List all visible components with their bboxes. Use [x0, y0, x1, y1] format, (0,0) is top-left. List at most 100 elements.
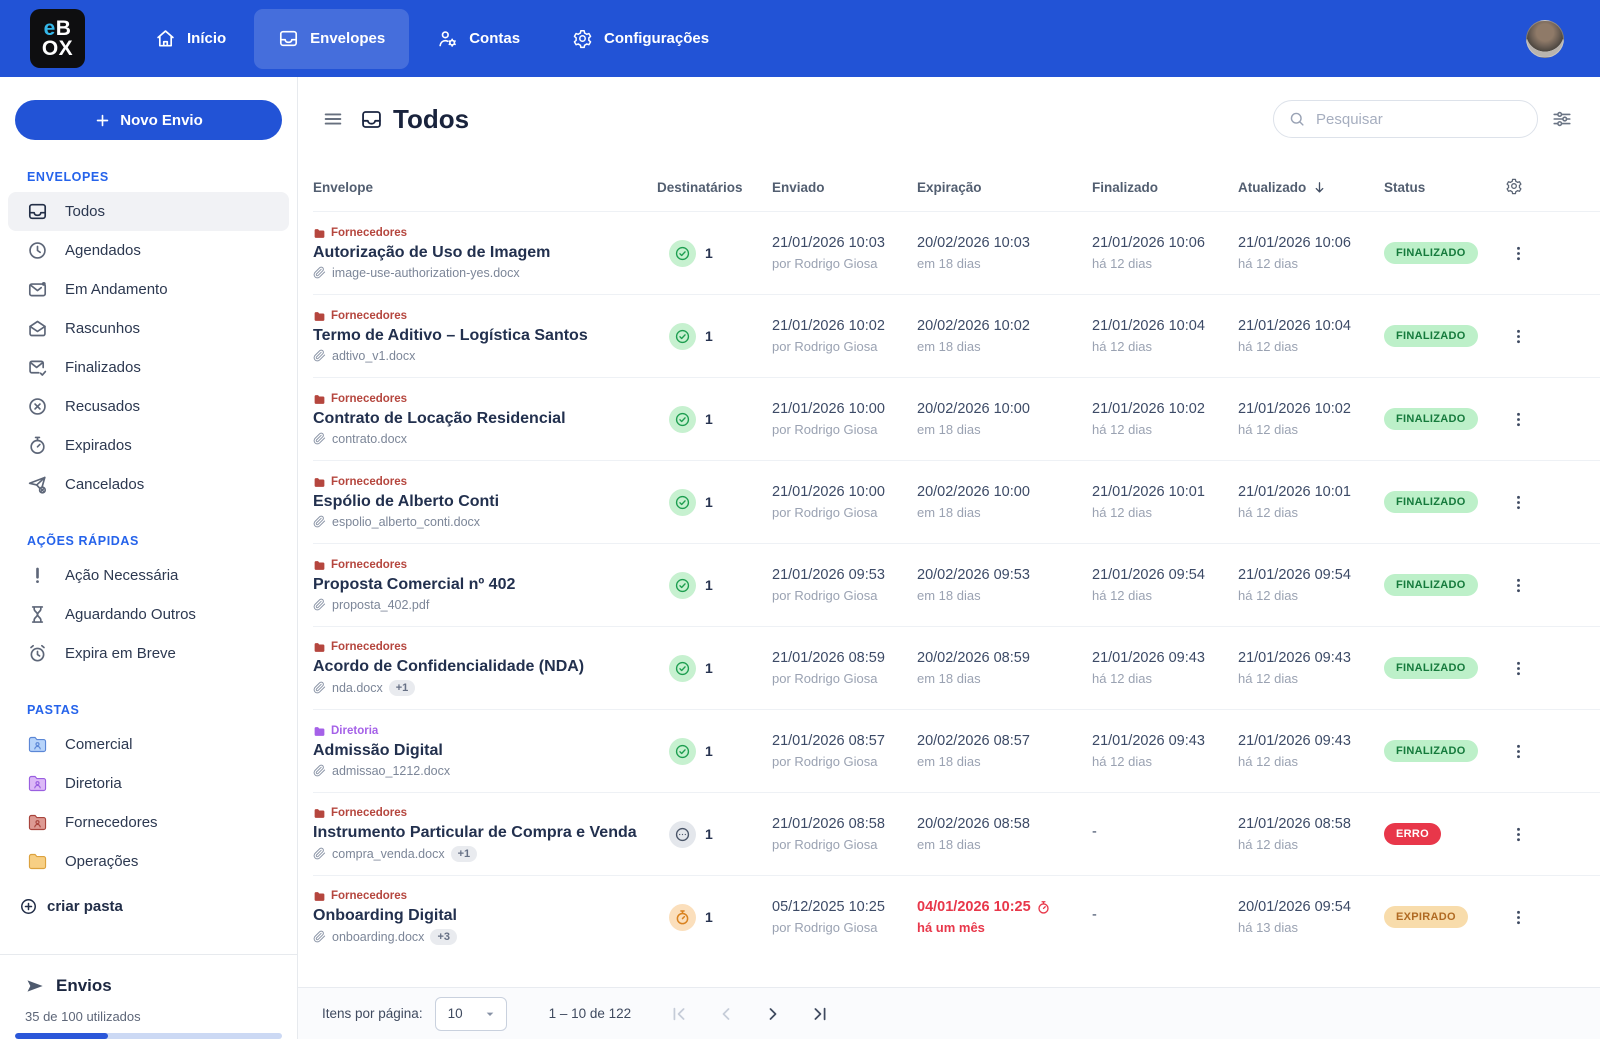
nav-item-envelopes[interactable]: Envelopes — [254, 9, 409, 69]
search-input[interactable] — [1316, 111, 1523, 128]
first-page-button[interactable] — [669, 1004, 689, 1024]
column-header-label: Expiração — [917, 180, 982, 195]
sidebar-item-cancelados[interactable]: Cancelados — [8, 465, 289, 504]
sidebar-item-label: Em Andamento — [65, 281, 168, 298]
expiration-cell-date: 04/01/2026 10:25 — [917, 899, 1092, 915]
sidebar-item-fornecedores[interactable]: Fornecedores — [8, 803, 289, 842]
folder-tag: Fornecedores — [313, 641, 641, 654]
recipient-status-check-icon — [669, 738, 696, 765]
section-title: PASTAS — [27, 703, 270, 717]
row-menu-button[interactable] — [1505, 904, 1531, 930]
table-row[interactable]: FornecedoresAutorização de Uso de Imagem… — [313, 211, 1600, 294]
sidebar-item-em-andamento[interactable]: Em Andamento — [8, 270, 289, 309]
updated-cell-relative: há 12 dias — [1238, 505, 1384, 520]
status-badge: ERRO — [1384, 823, 1441, 845]
table-row[interactable]: DiretoriaAdmissão Digitaladmissao_1212.d… — [313, 709, 1600, 792]
nav-item-contas[interactable]: Contas — [413, 9, 544, 69]
column-header-expiracao[interactable]: Expiração — [917, 180, 1092, 195]
folder-icon — [313, 725, 326, 738]
ellipsis-circle-icon — [674, 826, 691, 843]
row-menu-button[interactable] — [1505, 406, 1531, 432]
table-row[interactable]: FornecedoresAcordo de Confidencialidade … — [313, 626, 1600, 709]
sidebar-item-rascunhos[interactable]: Rascunhos — [8, 309, 289, 348]
status-badge: FINALIZADO — [1384, 740, 1478, 762]
filter-sliders-icon[interactable] — [1551, 108, 1573, 130]
column-header-atualizado[interactable]: Atualizado — [1238, 180, 1384, 195]
envelope-cell: DiretoriaAdmissão Digitaladmissao_1212.d… — [313, 725, 657, 778]
sidebar-item-comercial[interactable]: Comercial — [8, 725, 289, 764]
create-folder-button[interactable]: criar pasta — [19, 897, 270, 916]
row-menu-button[interactable] — [1505, 323, 1531, 349]
column-header-finalizado[interactable]: Finalizado — [1092, 180, 1238, 195]
row-menu-button[interactable] — [1505, 240, 1531, 266]
column-header-destinatarios[interactable]: Destinatários — [657, 180, 772, 195]
row-menu-button[interactable] — [1505, 738, 1531, 764]
column-header-status[interactable]: Status — [1384, 180, 1505, 195]
dots-vertical-icon — [1509, 493, 1528, 512]
column-header-envelope[interactable]: Envelope — [313, 180, 657, 195]
envelope-title: Admissão Digital — [313, 742, 641, 760]
attachment-extra-badge: +1 — [389, 680, 416, 696]
inbox-icon — [278, 28, 299, 49]
table-row[interactable]: FornecedoresInstrumento Particular de Co… — [313, 792, 1600, 875]
alarm-icon — [27, 643, 48, 664]
recipient-count: 1 — [705, 245, 713, 261]
sidebar-item-label: Comercial — [65, 736, 133, 753]
column-header-label: Finalizado — [1092, 180, 1158, 195]
finalized-cell-relative: há 12 dias — [1092, 505, 1238, 520]
dots-vertical-icon — [1509, 825, 1528, 844]
nav-item-label: Configurações — [604, 30, 709, 47]
sidebar-item-acao-necessaria[interactable]: Ação Necessária — [8, 556, 289, 595]
folder-icon — [27, 773, 48, 794]
table-row[interactable]: FornecedoresTermo de Aditivo – Logística… — [313, 294, 1600, 377]
check-circle-icon — [674, 411, 691, 428]
sidebar-item-diretoria[interactable]: Diretoria — [8, 764, 289, 803]
folder-tag-label: Fornecedores — [331, 227, 407, 239]
prev-page-button[interactable] — [716, 1004, 736, 1024]
table-row[interactable]: FornecedoresContrato de Locação Residenc… — [313, 377, 1600, 460]
table-header: EnvelopeDestinatáriosEnviadoExpiração Fin… — [313, 164, 1600, 211]
column-header-enviado[interactable]: Enviado — [772, 180, 917, 195]
sidebar-item-todos[interactable]: Todos — [8, 192, 289, 231]
finalized-cell-date: 21/01/2026 10:04 — [1092, 318, 1238, 334]
nav-item-configuracoes[interactable]: Configurações — [548, 9, 733, 69]
app-logo[interactable]: eB OX — [30, 9, 85, 68]
nav-item-inicio[interactable]: Início — [131, 9, 250, 69]
sent-cell-date: 21/01/2026 09:53 — [772, 567, 917, 583]
sidebar-item-recusados[interactable]: Recusados — [8, 387, 289, 426]
row-menu-button[interactable] — [1505, 655, 1531, 681]
expiration-cell-relative: em 18 dias — [917, 671, 1092, 686]
envelope-title: Instrumento Particular de Compra e Venda — [313, 824, 641, 842]
recipients-cell: 1 — [657, 406, 772, 433]
table-row[interactable]: FornecedoresEspólio de Alberto Contiespo… — [313, 460, 1600, 543]
finalized-cell-date: 21/01/2026 09:43 — [1092, 733, 1238, 749]
finalized-cell: - — [1092, 824, 1238, 845]
row-menu-button[interactable] — [1505, 572, 1531, 598]
table-row[interactable]: FornecedoresOnboarding Digitalonboarding… — [313, 875, 1600, 958]
row-menu-button[interactable] — [1505, 489, 1531, 515]
page-size-select[interactable]: 10 — [435, 997, 507, 1031]
send-x-icon — [27, 474, 48, 495]
status-badge: FINALIZADO — [1384, 325, 1478, 347]
expiration-cell: 20/02/2026 08:57em 18 dias — [917, 733, 1092, 769]
next-page-button[interactable] — [763, 1004, 783, 1024]
sidebar-item-operacoes[interactable]: Operações — [8, 842, 289, 881]
menu-icon[interactable] — [322, 108, 344, 130]
table-row[interactable]: FornecedoresProposta Comercial nº 402pro… — [313, 543, 1600, 626]
sidebar-item-aguardando-outros[interactable]: Aguardando Outros — [8, 595, 289, 634]
sidebar-item-agendados[interactable]: Agendados — [8, 231, 289, 270]
sidebar-item-expira-em-breve[interactable]: Expira em Breve — [8, 634, 289, 673]
user-avatar[interactable] — [1526, 20, 1564, 58]
last-page-button[interactable] — [810, 1004, 830, 1024]
sidebar-item-expirados[interactable]: Expirados — [8, 426, 289, 465]
recipient-count: 1 — [705, 494, 713, 510]
page-title: Todos — [393, 104, 469, 135]
sent-cell: 21/01/2026 08:58por Rodrigo Giosa — [772, 816, 917, 852]
sidebar-item-finalizados[interactable]: Finalizados — [8, 348, 289, 387]
new-envio-button[interactable]: Novo Envio — [15, 100, 282, 140]
finalized-cell-date: 21/01/2026 10:02 — [1092, 401, 1238, 417]
attachment: espolio_alberto_conti.docx — [313, 515, 641, 529]
updated-cell-date: 21/01/2026 10:02 — [1238, 401, 1384, 417]
search-box — [1273, 100, 1538, 138]
row-menu-button[interactable] — [1505, 821, 1531, 847]
